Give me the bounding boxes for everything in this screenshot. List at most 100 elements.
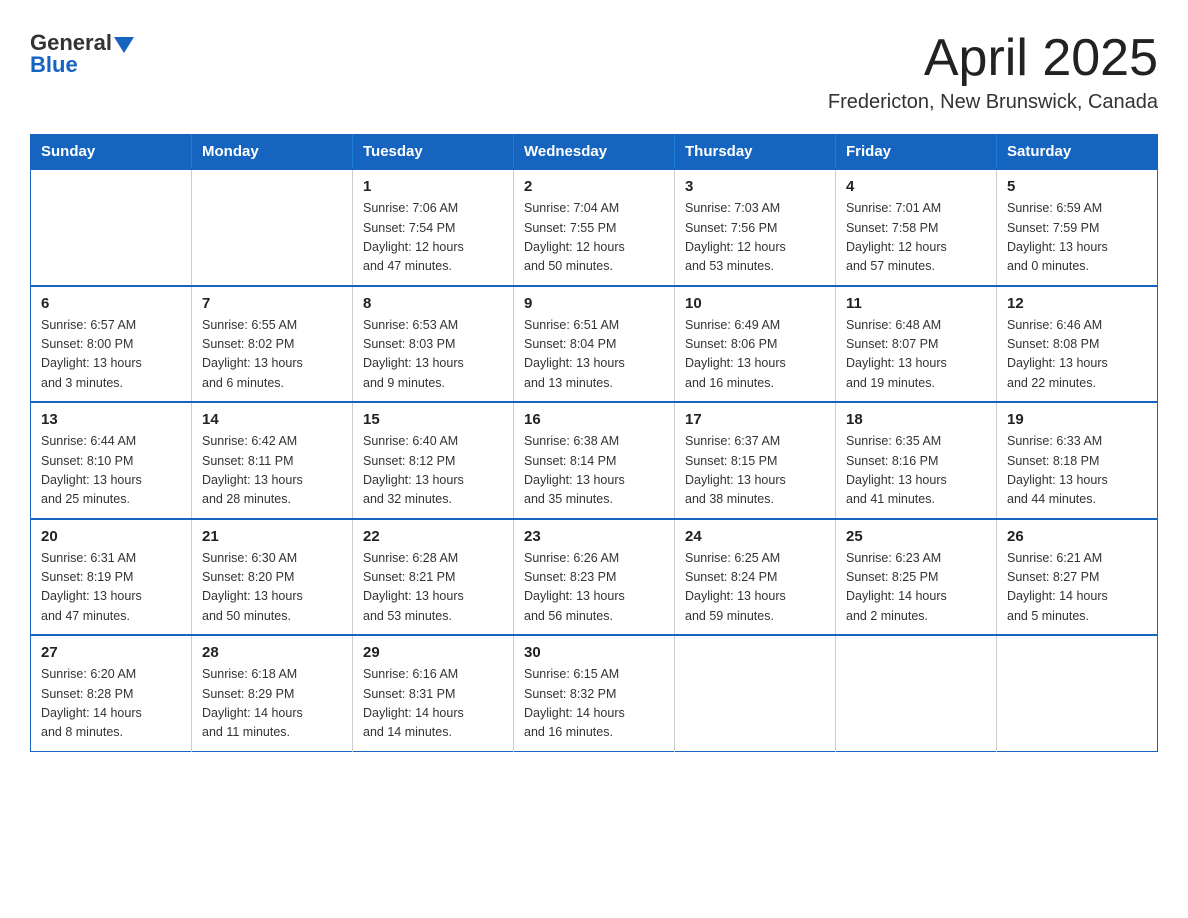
- calendar-cell: 25 Sunrise: 6:23 AMSunset: 8:25 PMDayligh…: [836, 519, 997, 636]
- calendar-cell: 17 Sunrise: 6:37 AMSunset: 8:15 PMDayligh…: [675, 402, 836, 519]
- calendar-cell: 7 Sunrise: 6:55 AMSunset: 8:02 PMDaylight…: [192, 286, 353, 403]
- day-number: 8: [363, 295, 503, 312]
- calendar-cell: 23 Sunrise: 6:26 AMSunset: 8:23 PMDayligh…: [514, 519, 675, 636]
- calendar-cell: 8 Sunrise: 6:53 AMSunset: 8:03 PMDaylight…: [353, 286, 514, 403]
- day-number: 20: [41, 528, 181, 545]
- day-number: 17: [685, 411, 825, 428]
- day-of-week-header: Tuesday: [353, 135, 514, 170]
- day-number: 21: [202, 528, 342, 545]
- calendar-cell: 9 Sunrise: 6:51 AMSunset: 8:04 PMDaylight…: [514, 286, 675, 403]
- day-number: 26: [1007, 528, 1147, 545]
- day-number: 13: [41, 411, 181, 428]
- day-info: Sunrise: 6:25 AMSunset: 8:24 PMDaylight:…: [685, 549, 825, 627]
- day-number: 15: [363, 411, 503, 428]
- day-of-week-header: Saturday: [997, 135, 1158, 170]
- day-number: 11: [846, 295, 986, 312]
- calendar-week-row: 1Sunrise: 7:06 AMSunset: 7:54 PMDaylight…: [31, 169, 1158, 286]
- day-info: Sunrise: 6:30 AMSunset: 8:20 PMDaylight:…: [202, 549, 342, 627]
- day-info: Sunrise: 6:21 AMSunset: 8:27 PMDaylight:…: [1007, 549, 1147, 627]
- calendar-cell: 6Sunrise: 6:57 AMSunset: 8:00 PMDaylight…: [31, 286, 192, 403]
- day-number: 30: [524, 644, 664, 661]
- day-info: Sunrise: 6:48 AMSunset: 8:07 PMDaylight:…: [846, 316, 986, 394]
- day-info: Sunrise: 7:03 AMSunset: 7:56 PMDaylight:…: [685, 199, 825, 277]
- day-info: Sunrise: 6:59 AMSunset: 7:59 PMDaylight:…: [1007, 199, 1147, 277]
- calendar-cell: [31, 169, 192, 286]
- day-info: Sunrise: 6:40 AMSunset: 8:12 PMDaylight:…: [363, 432, 503, 510]
- day-info: Sunrise: 6:51 AMSunset: 8:04 PMDaylight:…: [524, 316, 664, 394]
- calendar-cell: 13Sunrise: 6:44 AMSunset: 8:10 PMDayligh…: [31, 402, 192, 519]
- day-of-week-header: Thursday: [675, 135, 836, 170]
- logo-triangle-icon: [114, 37, 134, 53]
- day-info: Sunrise: 6:26 AMSunset: 8:23 PMDaylight:…: [524, 549, 664, 627]
- day-number: 3: [685, 178, 825, 195]
- day-number: 22: [363, 528, 503, 545]
- calendar-cell: [836, 635, 997, 751]
- day-number: 27: [41, 644, 181, 661]
- day-number: 7: [202, 295, 342, 312]
- day-of-week-header: Friday: [836, 135, 997, 170]
- day-info: Sunrise: 6:33 AMSunset: 8:18 PMDaylight:…: [1007, 432, 1147, 510]
- day-number: 1: [363, 178, 503, 195]
- day-number: 25: [846, 528, 986, 545]
- calendar-table: SundayMondayTuesdayWednesdayThursdayFrid…: [30, 134, 1158, 752]
- day-number: 2: [524, 178, 664, 195]
- calendar-week-row: 20Sunrise: 6:31 AMSunset: 8:19 PMDayligh…: [31, 519, 1158, 636]
- day-info: Sunrise: 6:55 AMSunset: 8:02 PMDaylight:…: [202, 316, 342, 394]
- calendar-week-row: 6Sunrise: 6:57 AMSunset: 8:00 PMDaylight…: [31, 286, 1158, 403]
- calendar-week-row: 13Sunrise: 6:44 AMSunset: 8:10 PMDayligh…: [31, 402, 1158, 519]
- day-info: Sunrise: 6:20 AMSunset: 8:28 PMDaylight:…: [41, 665, 181, 743]
- day-info: Sunrise: 6:15 AMSunset: 8:32 PMDaylight:…: [524, 665, 664, 743]
- calendar-cell: 20Sunrise: 6:31 AMSunset: 8:19 PMDayligh…: [31, 519, 192, 636]
- day-number: 9: [524, 295, 664, 312]
- day-of-week-header: Sunday: [31, 135, 192, 170]
- day-info: Sunrise: 7:04 AMSunset: 7:55 PMDaylight:…: [524, 199, 664, 277]
- calendar-cell: 18 Sunrise: 6:35 AMSunset: 8:16 PMDayligh…: [836, 402, 997, 519]
- calendar-cell: 15 Sunrise: 6:40 AMSunset: 8:12 PMDayligh…: [353, 402, 514, 519]
- header-right: April 2025 Fredericton, New Brunswick, C…: [828, 30, 1158, 114]
- calendar-cell: 11 Sunrise: 6:48 AMSunset: 8:07 PMDayligh…: [836, 286, 997, 403]
- calendar-cell: 1Sunrise: 7:06 AMSunset: 7:54 PMDaylight…: [353, 169, 514, 286]
- calendar-cell: 12 Sunrise: 6:46 AMSunset: 8:08 PMDayligh…: [997, 286, 1158, 403]
- calendar-cell: [192, 169, 353, 286]
- calendar-cell: [675, 635, 836, 751]
- calendar-cell: 5 Sunrise: 6:59 AMSunset: 7:59 PMDaylight…: [997, 169, 1158, 286]
- month-title: April 2025: [828, 30, 1158, 87]
- day-number: 14: [202, 411, 342, 428]
- calendar-cell: 26 Sunrise: 6:21 AMSunset: 8:27 PMDayligh…: [997, 519, 1158, 636]
- day-info: Sunrise: 6:49 AMSunset: 8:06 PMDaylight:…: [685, 316, 825, 394]
- day-info: Sunrise: 6:28 AMSunset: 8:21 PMDaylight:…: [363, 549, 503, 627]
- day-number: 29: [363, 644, 503, 661]
- day-of-week-header: Wednesday: [514, 135, 675, 170]
- day-number: 5: [1007, 178, 1147, 195]
- calendar-cell: 30 Sunrise: 6:15 AMSunset: 8:32 PMDayligh…: [514, 635, 675, 751]
- day-number: 18: [846, 411, 986, 428]
- day-number: 23: [524, 528, 664, 545]
- calendar-week-row: 27 Sunrise: 6:20 AMSunset: 8:28 PMDayligh…: [31, 635, 1158, 751]
- calendar-cell: 16Sunrise: 6:38 AMSunset: 8:14 PMDayligh…: [514, 402, 675, 519]
- calendar-cell: 24Sunrise: 6:25 AMSunset: 8:24 PMDayligh…: [675, 519, 836, 636]
- calendar-cell: 10 Sunrise: 6:49 AMSunset: 8:06 PMDayligh…: [675, 286, 836, 403]
- day-info: Sunrise: 6:23 AMSunset: 8:25 PMDaylight:…: [846, 549, 986, 627]
- day-info: Sunrise: 6:53 AMSunset: 8:03 PMDaylight:…: [363, 316, 503, 394]
- calendar-cell: 21 Sunrise: 6:30 AMSunset: 8:20 PMDayligh…: [192, 519, 353, 636]
- day-info: Sunrise: 6:42 AMSunset: 8:11 PMDaylight:…: [202, 432, 342, 510]
- calendar-cell: 14 Sunrise: 6:42 AMSunset: 8:11 PMDayligh…: [192, 402, 353, 519]
- day-number: 28: [202, 644, 342, 661]
- calendar-body: 1Sunrise: 7:06 AMSunset: 7:54 PMDaylight…: [31, 169, 1158, 751]
- logo: General Blue: [30, 30, 134, 78]
- day-info: Sunrise: 6:46 AMSunset: 8:08 PMDaylight:…: [1007, 316, 1147, 394]
- day-of-week-header: Monday: [192, 135, 353, 170]
- calendar-cell: 28Sunrise: 6:18 AMSunset: 8:29 PMDayligh…: [192, 635, 353, 751]
- logo-blue: Blue: [30, 52, 78, 78]
- day-info: Sunrise: 6:38 AMSunset: 8:14 PMDaylight:…: [524, 432, 664, 510]
- days-of-week-row: SundayMondayTuesdayWednesdayThursdayFrid…: [31, 135, 1158, 170]
- day-number: 12: [1007, 295, 1147, 312]
- calendar-cell: [997, 635, 1158, 751]
- day-info: Sunrise: 7:01 AMSunset: 7:58 PMDaylight:…: [846, 199, 986, 277]
- calendar-cell: 27 Sunrise: 6:20 AMSunset: 8:28 PMDayligh…: [31, 635, 192, 751]
- day-info: Sunrise: 6:37 AMSunset: 8:15 PMDaylight:…: [685, 432, 825, 510]
- day-number: 10: [685, 295, 825, 312]
- calendar-cell: 4Sunrise: 7:01 AMSunset: 7:58 PMDaylight…: [836, 169, 997, 286]
- calendar-header: SundayMondayTuesdayWednesdayThursdayFrid…: [31, 135, 1158, 170]
- day-info: Sunrise: 6:35 AMSunset: 8:16 PMDaylight:…: [846, 432, 986, 510]
